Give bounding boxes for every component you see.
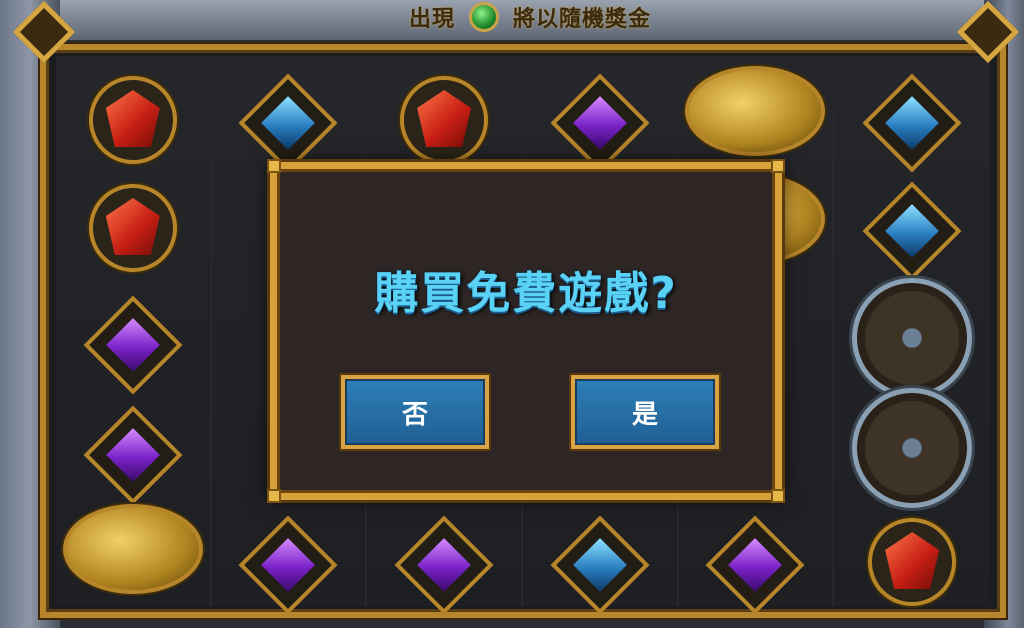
dialog-corner-ornament xyxy=(267,489,281,503)
blue-gem-icon xyxy=(550,515,650,615)
reel-column-1 xyxy=(56,56,212,606)
shield-icon xyxy=(852,388,973,508)
red-gem-icon xyxy=(88,76,177,164)
blue-gem-icon xyxy=(238,73,338,173)
green-orb-icon xyxy=(469,2,499,32)
buy-free-games-dialog: 購買免費遊戲? 否 是 xyxy=(267,159,785,503)
red-gem-icon xyxy=(88,184,177,272)
dialog-corner-ornament xyxy=(267,159,281,173)
top-banner-left-text: 出現 xyxy=(408,7,455,32)
purple-gem-icon xyxy=(83,405,183,505)
dialog-corner-ornament xyxy=(771,159,785,173)
purple-gem-icon xyxy=(394,515,494,615)
gold-coins-icon xyxy=(685,66,826,156)
shield-icon xyxy=(852,278,973,398)
reel-column-6 xyxy=(834,56,990,606)
top-banner: 出現 將以隨機獎金 xyxy=(320,0,740,34)
purple-gem-icon xyxy=(705,515,805,615)
top-banner-right-text: 將以隨機獎金 xyxy=(513,7,652,32)
purple-gem-icon xyxy=(550,73,650,173)
red-gem-icon xyxy=(868,518,957,606)
purple-gem-icon xyxy=(238,515,338,615)
yes-button[interactable]: 是 xyxy=(571,375,719,449)
gold-coins-icon xyxy=(62,504,203,594)
red-gem-icon xyxy=(400,76,489,164)
dialog-title: 購買免費遊戲? xyxy=(374,268,678,319)
no-button[interactable]: 否 xyxy=(341,375,489,449)
purple-gem-icon xyxy=(83,295,183,395)
dialog-corner-ornament xyxy=(771,489,785,503)
blue-gem-icon xyxy=(862,181,962,281)
blue-gem-icon xyxy=(862,73,962,173)
